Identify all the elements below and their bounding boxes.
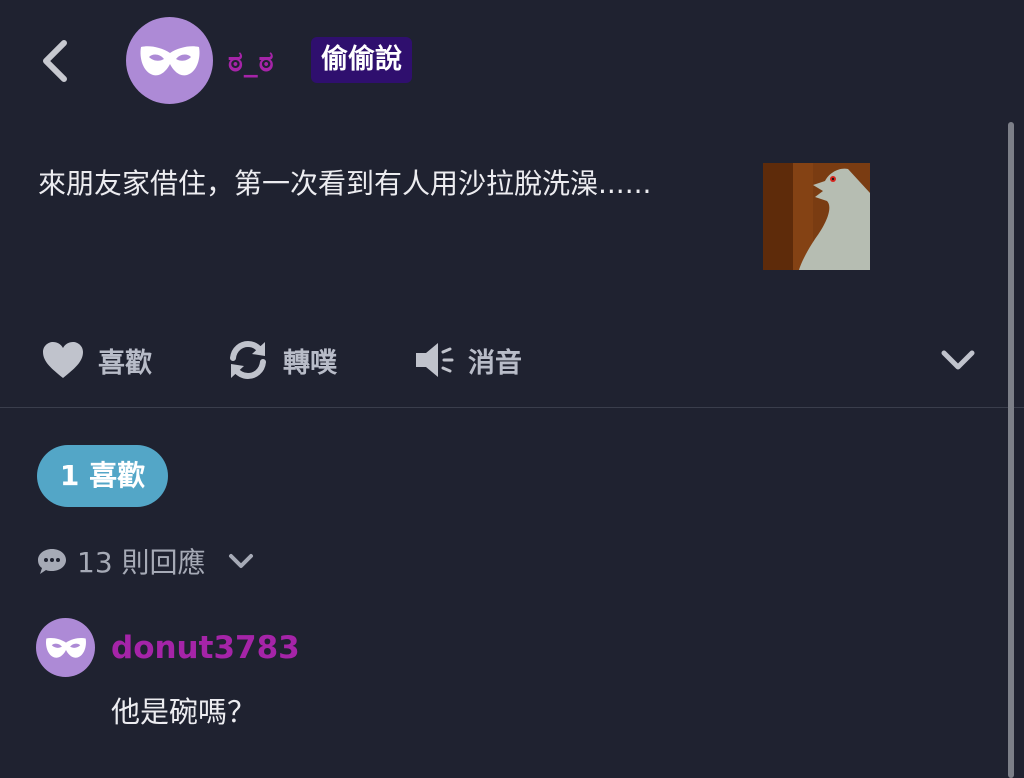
chevron-left-icon <box>43 40 67 82</box>
more-options-button[interactable] <box>940 342 976 378</box>
replies-count-label: 13 則回應 <box>77 546 206 579</box>
mute-label: 消音 <box>468 347 522 379</box>
divider <box>0 407 1024 408</box>
post-action-bar: 喜歡 轉噗 消音 <box>0 330 1024 390</box>
post-image-thumbnail[interactable] <box>763 163 870 270</box>
mask-icon <box>140 45 199 75</box>
comment-bubble-icon <box>38 549 66 574</box>
refresh-icon <box>230 340 266 380</box>
dinosaur-gif-thumbnail <box>763 163 870 270</box>
author-username[interactable]: ಠ_ಠ <box>228 44 275 80</box>
author-avatar[interactable] <box>126 17 213 104</box>
repost-label: 轉噗 <box>283 347 337 379</box>
post-content: 來朋友家借住，第一次看到有人用沙拉脫洗澡...... <box>38 167 652 200</box>
scrollbar[interactable] <box>1008 122 1014 778</box>
mute-button[interactable]: 消音 <box>414 330 522 390</box>
likes-count-button[interactable]: 1 喜歡 <box>37 445 168 507</box>
anonymous-badge: 偷偷說 <box>311 37 412 83</box>
chevron-down-icon <box>228 554 253 568</box>
commenter-avatar[interactable] <box>36 618 95 677</box>
mask-icon <box>45 637 86 658</box>
chevron-down-icon <box>941 350 975 370</box>
repost-button[interactable]: 轉噗 <box>227 330 337 390</box>
like-button[interactable]: 喜歡 <box>42 330 152 390</box>
heart-icon <box>43 342 83 378</box>
commenter-username[interactable]: donut3783 <box>111 628 300 668</box>
speaker-icon <box>416 343 454 377</box>
replies-toggle[interactable]: 13 則回應 <box>37 540 254 582</box>
back-button[interactable] <box>30 34 80 88</box>
plurk-post-page: ಠ_ಠ 偷偷說 來朋友家借住，第一次看到有人用沙拉脫洗澡...... 喜歡 轉噗… <box>0 0 1024 778</box>
like-label: 喜歡 <box>98 347 152 379</box>
comment-text: 他是碗嗎？ <box>111 695 257 729</box>
